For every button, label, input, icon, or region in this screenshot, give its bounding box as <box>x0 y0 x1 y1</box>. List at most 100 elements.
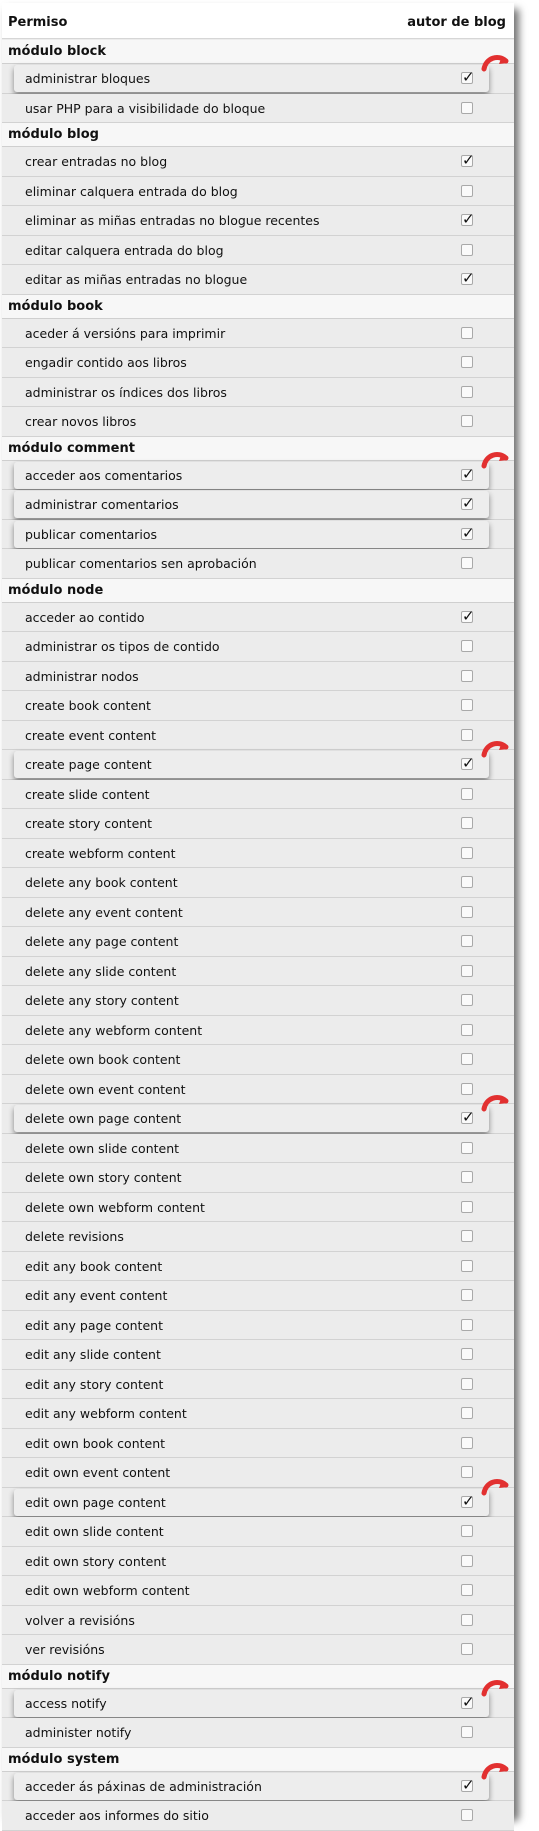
permission-checkbox[interactable] <box>461 1230 473 1242</box>
permission-checkbox[interactable] <box>461 326 473 339</box>
permission-label: acceder aos informes do sitio <box>25 1808 209 1823</box>
permission-row: ver revisións <box>2 1635 514 1665</box>
permission-checkbox[interactable] <box>461 1584 473 1596</box>
permission-checkbox[interactable] <box>461 1726 473 1738</box>
permission-row: edit any story content <box>2 1369 514 1399</box>
permission-checkbox[interactable] <box>461 1082 473 1095</box>
permission-row: administrar os índices dos libros <box>2 377 514 407</box>
permission-checkbox[interactable] <box>461 754 475 772</box>
permission-label: eliminar calquera entrada do blog <box>25 183 238 199</box>
permission-label: ver revisións <box>25 1642 105 1657</box>
permission-row: acceder ao contido <box>2 602 514 632</box>
permission-label: access notify <box>25 1695 107 1711</box>
permission-label: edit own event content <box>25 1465 171 1480</box>
permission-label: delete any event content <box>25 904 183 920</box>
permission-checkbox[interactable] <box>461 524 475 542</box>
permission-checkbox[interactable] <box>461 385 473 398</box>
permission-checkbox[interactable] <box>461 1554 473 1567</box>
module-header: módulo block <box>2 40 514 64</box>
permission-checkbox[interactable] <box>461 184 473 197</box>
permission-checkbox[interactable] <box>461 1318 473 1331</box>
permission-checkbox[interactable] <box>461 1053 473 1065</box>
permission-checkbox[interactable] <box>461 1348 473 1360</box>
permission-checkbox[interactable] <box>461 1377 473 1390</box>
permission-checkbox[interactable] <box>461 905 473 918</box>
permission-checkbox[interactable] <box>461 1492 475 1510</box>
permission-checkbox[interactable] <box>461 1693 475 1711</box>
permission-label: acceder ás páxinas de administración <box>25 1778 262 1794</box>
permission-checkbox[interactable] <box>461 210 475 228</box>
permission-row: administrar bloques <box>2 55 514 94</box>
permission-row: delete any story content <box>2 986 514 1016</box>
permission-checkbox[interactable] <box>461 607 475 625</box>
permission-checkbox[interactable] <box>461 669 473 682</box>
permission-checkbox[interactable] <box>461 1108 475 1126</box>
module-label: módulo notify <box>8 1668 110 1684</box>
permission-row: administrar os tipos de contido <box>2 632 514 662</box>
permission-checkbox[interactable] <box>461 935 473 947</box>
permissions-table-body: módulo block administrar bloques usar PHP … <box>2 40 514 1831</box>
permission-row: delete own slide content <box>2 1133 514 1163</box>
permission-checkbox[interactable] <box>461 101 473 114</box>
permission-checkbox[interactable] <box>461 728 473 741</box>
permission-checkbox[interactable] <box>461 1436 473 1449</box>
permission-label: engadir contido aos libros <box>25 355 187 370</box>
permission-checkbox[interactable] <box>461 846 473 859</box>
permission-checkbox[interactable] <box>461 787 473 800</box>
role-column-header: autor de blog <box>407 15 506 30</box>
permission-row: edit own story content <box>2 1546 514 1576</box>
permission-checkbox[interactable] <box>461 1023 473 1036</box>
permission-checkbox[interactable] <box>461 557 473 569</box>
permission-checkbox[interactable] <box>461 817 473 829</box>
module-label: módulo comment <box>8 440 135 456</box>
permission-checkbox[interactable] <box>461 494 475 512</box>
permission-checkbox[interactable] <box>461 1466 473 1478</box>
permission-row: edit own book content <box>2 1428 514 1458</box>
permission-row: acceder aos comentarios <box>2 451 514 490</box>
permission-checkbox[interactable] <box>461 1643 473 1655</box>
permission-label: create story content <box>25 816 153 831</box>
permission-checkbox[interactable] <box>461 964 473 977</box>
permission-checkbox[interactable] <box>461 876 473 888</box>
permission-label: delete own slide content <box>25 1140 180 1156</box>
permission-row: publicar comentarios sen aprobación <box>2 549 514 579</box>
permission-checkbox[interactable] <box>461 640 473 652</box>
permission-checkbox[interactable] <box>461 1776 475 1794</box>
permission-checkbox[interactable] <box>461 1171 473 1183</box>
permission-checkbox[interactable] <box>461 1809 473 1821</box>
module-header: módulo system <box>2 1747 514 1772</box>
permission-label: edit own webform content <box>25 1583 190 1598</box>
red-curl-arrow-icon <box>480 1476 510 1496</box>
permission-label: publicar comentarios <box>25 526 158 542</box>
permission-checkbox[interactable] <box>461 415 473 427</box>
permission-checkbox[interactable] <box>461 1289 473 1301</box>
permission-checkbox[interactable] <box>461 356 473 368</box>
permission-row: delete any page content <box>2 927 514 957</box>
permission-row: edit own webform content <box>2 1576 514 1606</box>
red-curl-arrow-icon <box>480 1092 510 1112</box>
permission-checkbox[interactable] <box>461 269 475 287</box>
permission-checkbox[interactable] <box>461 1407 473 1419</box>
permission-label: edit any slide content <box>25 1347 161 1362</box>
permission-checkbox[interactable] <box>461 151 475 169</box>
permission-checkbox[interactable] <box>461 1141 473 1154</box>
permission-checkbox[interactable] <box>461 243 473 256</box>
permission-label: create slide content <box>25 786 150 802</box>
permission-checkbox[interactable] <box>461 465 475 483</box>
permission-checkbox[interactable] <box>461 68 475 86</box>
permission-row: edit any book content <box>2 1251 514 1281</box>
permission-checkbox[interactable] <box>461 1200 473 1213</box>
permission-checkbox[interactable] <box>461 1259 473 1272</box>
module-label: módulo system <box>8 1751 120 1767</box>
permission-checkbox[interactable] <box>461 1525 473 1537</box>
permission-row: delete revisions <box>2 1222 514 1252</box>
permission-label: edit any story content <box>25 1376 164 1392</box>
permission-label: delete own webform content <box>25 1199 205 1215</box>
permission-checkbox[interactable] <box>461 699 473 711</box>
permission-label: administer notify <box>25 1725 132 1740</box>
module-header: módulo blog <box>2 123 514 147</box>
permission-row: create story content <box>2 809 514 839</box>
permission-checkbox[interactable] <box>461 1613 473 1626</box>
permission-checkbox[interactable] <box>461 994 473 1006</box>
permission-row: access notify <box>2 1679 514 1718</box>
